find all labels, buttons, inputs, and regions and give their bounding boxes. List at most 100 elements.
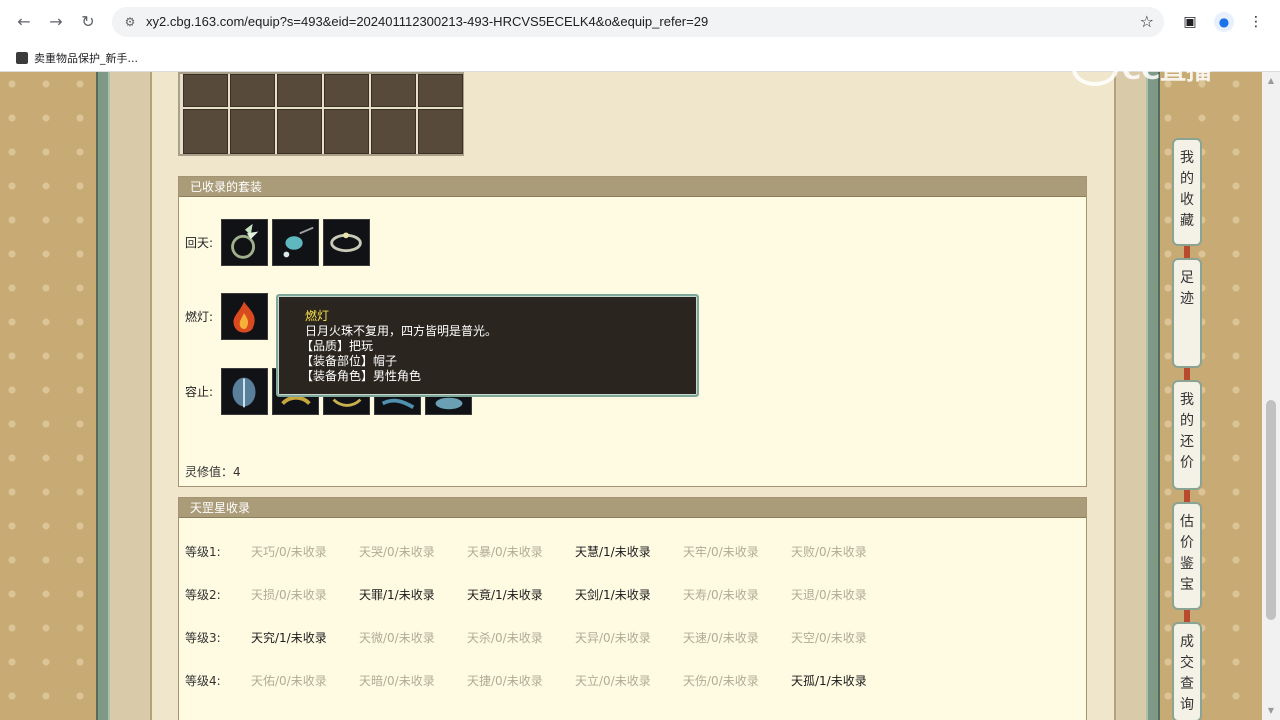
grid-cell[interactable] [324, 74, 369, 107]
star-cell: 天退/0/未收录 [791, 587, 867, 602]
star-cell: 天败/0/未收录 [791, 544, 867, 559]
side-tab-label: 成交查询 [1180, 634, 1194, 713]
forward-icon[interactable]: → [46, 12, 66, 32]
grid-cell[interactable] [230, 109, 275, 154]
reload-icon[interactable]: ↻ [78, 12, 98, 32]
side-tab-label: 我的还价 [1180, 392, 1194, 471]
grid-cell[interactable] [183, 109, 228, 154]
address-bar[interactable]: ⚙ xy2.cbg.163.com/equip?s=493&eid=202401… [112, 7, 1164, 37]
tiangang-section: 天罡星收录 等级1: 天巧/0/未收录 天哭/0/未收录 天暴/0/未收录 天慧… [178, 497, 1087, 720]
side-tab-label: 估价鉴宝 [1180, 514, 1194, 593]
star-cell: 天暴/0/未收录 [467, 544, 543, 559]
suit-row-huitian: 回天: [185, 219, 374, 266]
star-cell: 天空/0/未收录 [791, 630, 867, 645]
page-scrollbar[interactable]: ▲ ▼ [1262, 72, 1280, 720]
suit-item-amulet-icon[interactable] [272, 219, 319, 266]
grid-cell[interactable] [230, 74, 275, 107]
tiangang-row: 等级2: 天损/0/未收录 天罪/1/未收录 天竟/1/未收录 天剑/1/未收录… [185, 586, 899, 602]
profile-avatar[interactable]: ● [1214, 12, 1234, 32]
star-cell: 天佑/0/未收录 [251, 673, 327, 688]
suit-item-bracelet-icon[interactable] [323, 219, 370, 266]
grid-cell[interactable] [418, 109, 463, 154]
lingxiu-value: 灵修值：4 [185, 465, 241, 479]
star-cell: 天竟/1/未收录 [467, 587, 543, 602]
watermark-text: CC直播 [1122, 56, 1213, 86]
level-label: 等级4: [185, 673, 221, 688]
bookmark-star-icon[interactable]: ☆ [1140, 12, 1154, 31]
star-cell: 天损/0/未收录 [251, 587, 327, 602]
side-tab-favorites[interactable]: 我的收藏 [1172, 138, 1202, 246]
star-cell: 天罪/1/未收录 [359, 587, 435, 602]
suit-label: 回天: [185, 236, 214, 250]
level-label: 等级3: [185, 630, 221, 645]
star-cell: 天伤/0/未收录 [683, 673, 759, 688]
tab-connector [1184, 610, 1190, 622]
scroll-down-icon[interactable]: ▼ [1266, 706, 1276, 716]
star-cell: 天立/0/未收录 [575, 673, 651, 688]
star-cell: 天哭/0/未收录 [359, 544, 435, 559]
grid-cell[interactable] [371, 74, 416, 107]
suit-item-ring-icon[interactable] [221, 219, 268, 266]
star-cell: 天孤/1/未收录 [791, 673, 867, 688]
inventory-grid [178, 72, 464, 156]
browser-toolbar: ← → ↻ ⚙ xy2.cbg.163.com/equip?s=493&eid=… [0, 0, 1280, 44]
star-cell: 天异/0/未收录 [575, 630, 651, 645]
tooltip-role: 【装备角色】男性角色 [301, 369, 422, 383]
tiangang-row: 等级1: 天巧/0/未收录 天哭/0/未收录 天暴/0/未收录 天慧/1/未收录… [185, 543, 899, 559]
star-cell: 天微/0/未收录 [359, 630, 435, 645]
scroll-up-icon[interactable]: ▲ [1266, 76, 1276, 86]
frame-left [96, 72, 110, 720]
side-tab-my-bargains[interactable]: 我的还价 [1172, 380, 1202, 490]
grid-cell[interactable] [277, 74, 322, 107]
star-cell: 天捷/0/未收录 [467, 673, 543, 688]
section-title: 已收录的套装 [179, 177, 1086, 197]
frame-right [1146, 72, 1160, 720]
item-tooltip: 燃灯 日月火珠不复用，四方皆明是普光。 【品质】把玩 【装备部位】帽子 【装备角… [276, 294, 699, 397]
grid-cell[interactable] [418, 74, 463, 107]
star-cell: 天慧/1/未收录 [575, 544, 651, 559]
bookmark-label: 卖重物品保护_新手... [34, 52, 138, 65]
cc-live-watermark: CC直播 [1072, 50, 1212, 87]
bookmark-item[interactable]: 卖重物品保护_新手... [16, 50, 138, 66]
tooltip-slot: 【装备部位】帽子 [301, 354, 398, 368]
bookmark-favicon-icon [16, 52, 28, 64]
grid-cell[interactable] [277, 109, 322, 154]
cc-logo-icon [1072, 51, 1118, 86]
star-cell: 天巧/0/未收录 [251, 544, 327, 559]
url-text[interactable]: xy2.cbg.163.com/equip?s=493&eid=20240111… [146, 14, 708, 29]
grid-cell[interactable] [183, 74, 228, 107]
grid-cell[interactable] [371, 109, 416, 154]
suit-item-fire-hat-icon[interactable] [221, 293, 268, 340]
level-label: 等级1: [185, 544, 221, 559]
star-cell: 天速/0/未收录 [683, 630, 759, 645]
star-cell: 天暗/0/未收录 [359, 673, 435, 688]
side-tab-deal-query[interactable]: 成交查询 [1172, 622, 1202, 720]
site-info-icon[interactable]: ⚙ [122, 14, 138, 30]
tooltip-quality: 【品质】把玩 [301, 339, 374, 353]
suit-row-randeng: 燃灯: [185, 293, 272, 340]
star-cell: 天究/1/未收录 [251, 630, 327, 645]
star-cell: 天寿/0/未收录 [683, 587, 759, 602]
star-cell: 天剑/1/未收录 [575, 587, 651, 602]
section-title: 天罡星收录 [179, 498, 1086, 518]
star-cell: 天杀/0/未收录 [467, 630, 543, 645]
grid-cell[interactable] [324, 109, 369, 154]
tab-connector [1184, 490, 1190, 502]
star-cell: 天牢/0/未收录 [683, 544, 759, 559]
tiangang-row: 等级3: 天究/1/未收录 天微/0/未收录 天杀/0/未收录 天异/0/未收录… [185, 629, 899, 645]
scroll-thumb[interactable] [1266, 400, 1276, 620]
side-tab-appraisal[interactable]: 估价鉴宝 [1172, 502, 1202, 610]
tab-connector [1184, 246, 1190, 258]
side-tab-label: 我的收藏 [1180, 150, 1194, 229]
suit-label: 燃灯: [185, 310, 214, 324]
tab-connector [1184, 368, 1190, 380]
back-icon[interactable]: ← [14, 12, 34, 32]
tiangang-row: 等级4: 天佑/0/未收录 天暗/0/未收录 天捷/0/未收录 天立/0/未收录… [185, 672, 899, 688]
suit-label: 容止: [185, 385, 214, 399]
side-tab-history[interactable]: 足迹 [1172, 258, 1202, 368]
tooltip-description: 日月火珠不复用，四方皆明是普光。 [305, 324, 498, 338]
menu-icon[interactable]: ⋮ [1246, 12, 1266, 32]
suit-item-armor-icon[interactable] [221, 368, 268, 415]
side-panel-icon[interactable]: ▣ [1180, 12, 1200, 32]
level-label: 等级2: [185, 587, 221, 602]
